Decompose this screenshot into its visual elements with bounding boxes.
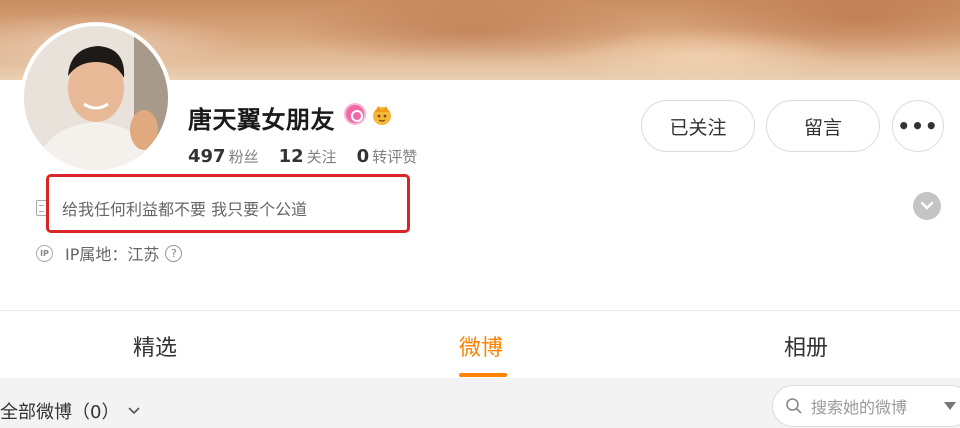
followed-button[interactable]: 已关注 <box>641 100 755 152</box>
stat-number: 0 <box>356 146 370 167</box>
stat-label: 粉丝 <box>228 148 259 166</box>
tab-weibo[interactable]: 微博 <box>459 330 503 362</box>
filter-label: 全部微博（0） <box>0 402 120 423</box>
search-placeholder: 搜索她的微博 <box>811 398 908 417</box>
profile-stats: 497 粉丝 12 关注 0 转评赞 <box>188 146 417 167</box>
chevron-down-icon <box>128 407 141 415</box>
tab-album[interactable]: 相册 <box>784 330 828 362</box>
avatar[interactable] <box>20 22 172 174</box>
search-dropdown-caret[interactable] <box>944 402 956 410</box>
search-input[interactable]: 搜索她的微博 <box>772 385 960 427</box>
expand-icon[interactable] <box>913 192 941 220</box>
search-icon <box>786 398 802 414</box>
active-tab-indicator <box>459 373 507 377</box>
tab-divider <box>0 310 960 311</box>
ip-location-row: IP IP属地：江苏 ? <box>36 241 183 265</box>
help-icon[interactable]: ? <box>165 244 183 262</box>
ip-icon: IP <box>36 244 53 262</box>
stat-likes[interactable]: 0 转评赞 <box>357 146 418 167</box>
more-button[interactable]: ••• <box>892 100 944 152</box>
message-button[interactable]: 留言 <box>766 100 880 152</box>
stat-number: 497 <box>188 146 226 167</box>
vip-badge-icon[interactable] <box>344 103 366 125</box>
stat-fans[interactable]: 497 粉丝 <box>188 146 259 167</box>
stat-label: 转评赞 <box>372 148 418 166</box>
crown-badge-icon[interactable] <box>370 103 394 127</box>
tab-featured[interactable]: 精选 <box>133 330 177 362</box>
highlight-box <box>46 174 410 233</box>
stat-following[interactable]: 12 关注 <box>279 146 337 167</box>
stat-number: 12 <box>278 146 304 167</box>
profile-name: 唐天翼女朋友 <box>188 106 335 134</box>
ip-location: IP属地：江苏 <box>65 245 160 264</box>
stat-label: 关注 <box>306 148 337 166</box>
filter-dropdown[interactable]: 全部微博（0） <box>0 398 141 424</box>
